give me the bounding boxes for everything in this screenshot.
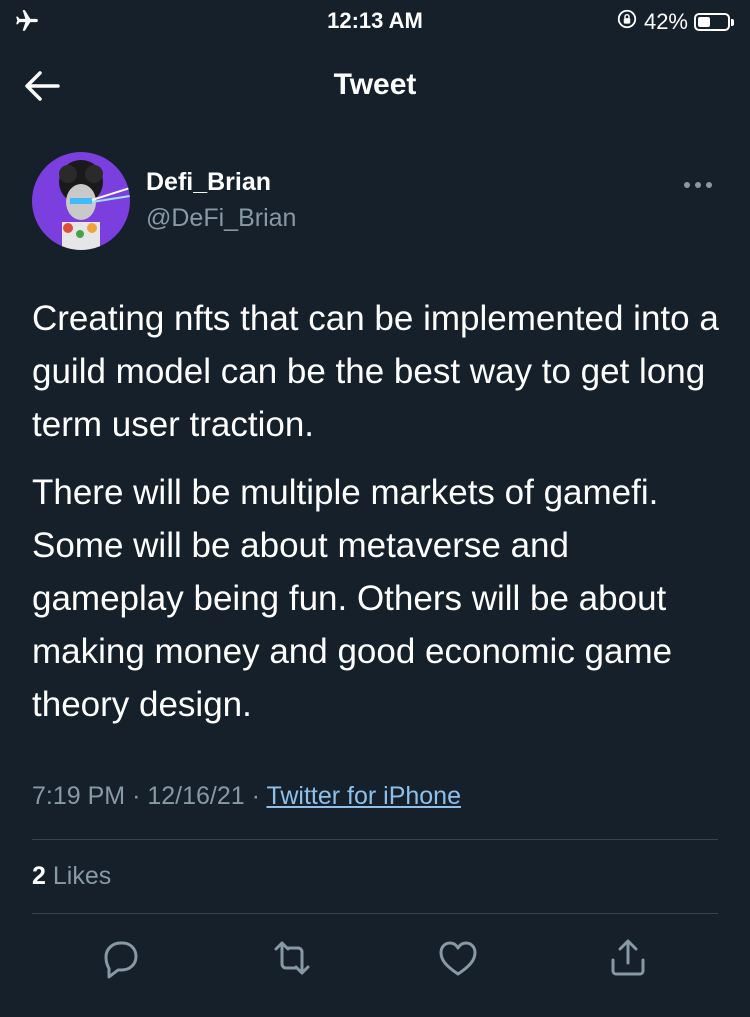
like-icon — [439, 941, 477, 976]
orientation-lock-icon — [616, 8, 638, 36]
tweet-actions — [0, 930, 750, 990]
likes-label: Likes — [52, 862, 112, 890]
battery-tip — [731, 18, 734, 26]
status-icons: 42% — [616, 8, 734, 36]
status-bar: 12:13 AM 42% — [0, 0, 750, 44]
reply-button[interactable] — [92, 930, 148, 986]
like-button[interactable] — [430, 930, 486, 986]
meta-separator: · — [132, 782, 141, 810]
tweet-paragraph: Creating nfts that can be implemented in… — [32, 299, 719, 444]
reply-icon — [104, 941, 138, 979]
header: Tweet — [0, 60, 750, 110]
divider — [32, 913, 718, 914]
author-handle[interactable]: @DeFi_Brian — [146, 204, 296, 233]
divider — [32, 839, 718, 840]
more-dots-icon — [684, 182, 712, 188]
tweet-metadata: 7:19 PM · 12/16/21 · Twitter for iPhone — [32, 782, 461, 811]
author-display-name[interactable]: Defi_Brian — [146, 168, 271, 197]
likes-count[interactable]: 2 Likes — [32, 862, 111, 891]
tweet-time: 7:19 PM — [32, 782, 126, 810]
page-title: Tweet — [333, 68, 417, 101]
battery-percent: 42% — [643, 9, 688, 34]
meta-separator: · — [251, 782, 260, 810]
retweet-button[interactable] — [264, 930, 320, 986]
battery-level — [698, 17, 710, 27]
share-icon — [611, 939, 645, 976]
avatar[interactable] — [32, 152, 130, 250]
tweet-text: Creating nfts that can be implemented in… — [32, 292, 722, 731]
tweet-paragraph: There will be multiple markets of gamefi… — [32, 473, 673, 724]
share-button[interactable] — [600, 930, 656, 986]
tweet-date: 12/16/21 — [147, 782, 245, 810]
battery-icon — [694, 13, 730, 31]
more-options-button[interactable] — [678, 170, 718, 200]
tweet-source-link[interactable]: Twitter for iPhone — [266, 782, 461, 810]
likes-number: 2 — [32, 862, 46, 890]
retweet-icon — [274, 941, 310, 975]
